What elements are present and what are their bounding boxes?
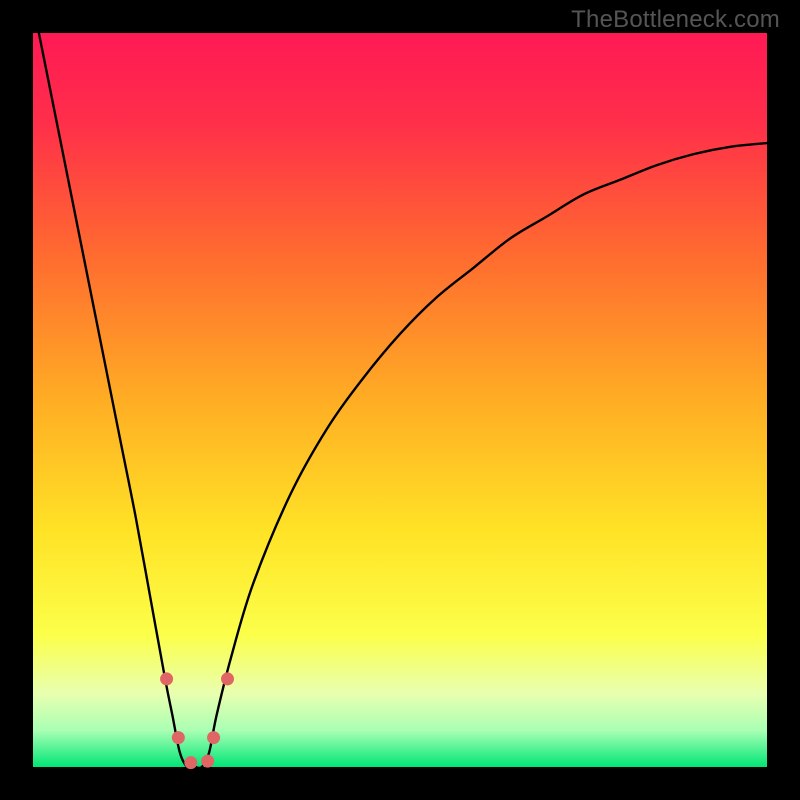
bottleneck-curve (33, 33, 767, 767)
curve-path (33, 4, 767, 768)
chart-frame: TheBottleneck.com (0, 0, 800, 800)
curve-marker (221, 672, 234, 685)
curve-marker (184, 756, 197, 769)
curve-marker (207, 731, 220, 744)
curve-marker (172, 731, 185, 744)
watermark-text: TheBottleneck.com (571, 6, 780, 34)
curve-marker (201, 755, 214, 768)
curve-marker (160, 672, 173, 685)
